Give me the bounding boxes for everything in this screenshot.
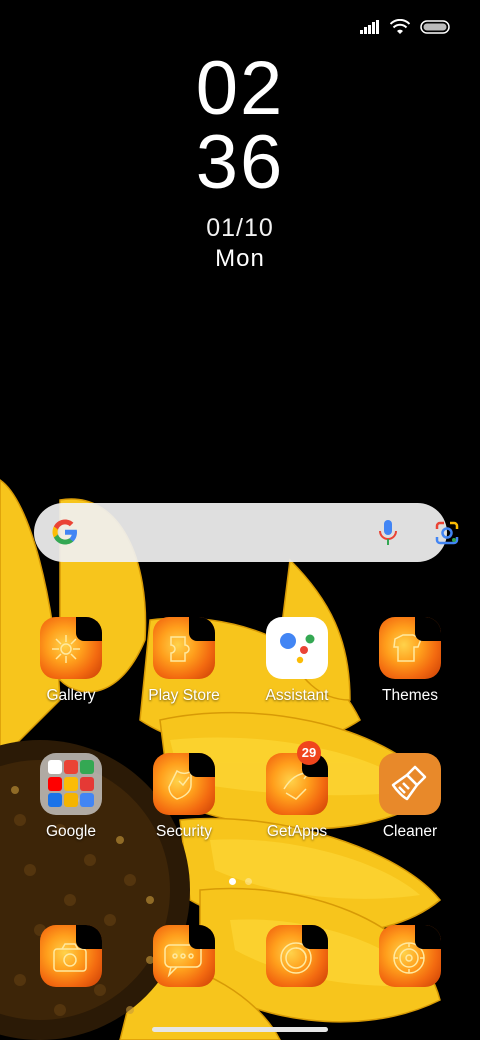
mic-icon[interactable]: [377, 519, 399, 552]
app-label: Themes: [382, 687, 438, 704]
gallery-icon: [40, 617, 102, 679]
camera-icon: [40, 925, 102, 987]
app-cleaner[interactable]: Cleaner: [355, 753, 465, 841]
clock-minutes: 36: [195, 120, 285, 205]
dock-settings[interactable]: [355, 925, 465, 987]
clock-date: 01/10: [206, 214, 274, 242]
app-gallery[interactable]: Gallery: [16, 617, 126, 705]
security-icon: [153, 753, 215, 815]
app-label: Play Store: [148, 687, 220, 704]
cleaner-icon: [379, 753, 441, 815]
notification-badge: 29: [297, 741, 321, 765]
files-mini-icon: [80, 793, 94, 808]
app-themes[interactable]: Themes: [355, 617, 465, 705]
yt-music-mini-icon: [80, 776, 94, 791]
app-getapps[interactable]: 29 GetApps: [242, 741, 352, 841]
meet-mini-icon: [48, 793, 62, 808]
app-security[interactable]: Security: [129, 753, 239, 841]
dock-messages[interactable]: [129, 925, 239, 987]
google-mini-icon: [48, 760, 62, 774]
clock-weekday: Mon: [215, 245, 265, 272]
gmail-mini-icon: [64, 760, 78, 774]
messages-icon: [153, 925, 215, 987]
google-g-icon: [50, 517, 80, 547]
themes-icon: [379, 617, 441, 679]
app-label: Assistant: [265, 687, 329, 704]
page-dot: [244, 878, 252, 885]
getapps-icon: [266, 753, 328, 815]
clock-hours: 02: [195, 46, 285, 131]
app-label: GetApps: [266, 823, 328, 840]
app-label: Cleaner: [382, 823, 438, 840]
app-label: Gallery: [46, 687, 96, 704]
battery-icon: [420, 20, 450, 34]
app-google-folder[interactable]: Google: [16, 753, 126, 841]
play-store-icon: [153, 617, 215, 679]
status-bar: [360, 14, 450, 40]
gesture-nav-handle[interactable]: [152, 1027, 328, 1032]
maps-mini-icon: [80, 760, 94, 774]
signal-bars-icon: [360, 20, 380, 34]
page-dot-active: [228, 878, 236, 885]
assistant-icon: [266, 617, 328, 679]
youtube-mini-icon: [48, 776, 62, 791]
google-search-bar[interactable]: [34, 503, 459, 562]
clock-widget[interactable]: 02 36 01/10 Mon: [0, 46, 480, 273]
app-assistant[interactable]: Assistant: [242, 617, 352, 705]
app-label: Google: [46, 823, 96, 840]
dock-browser[interactable]: [242, 925, 352, 987]
google-lens-icon[interactable]: [433, 519, 461, 552]
drive-mini-icon: [64, 776, 78, 791]
photos-mini-icon: [64, 793, 78, 808]
dock-camera[interactable]: [16, 925, 126, 987]
app-label: Security: [156, 823, 212, 840]
wifi-icon: [390, 19, 410, 35]
google-folder-icon: [40, 753, 102, 815]
browser-icon: [266, 925, 328, 987]
app-play-store[interactable]: Play Store: [129, 617, 239, 705]
settings-icon: [379, 925, 441, 987]
page-indicator: [0, 878, 480, 885]
